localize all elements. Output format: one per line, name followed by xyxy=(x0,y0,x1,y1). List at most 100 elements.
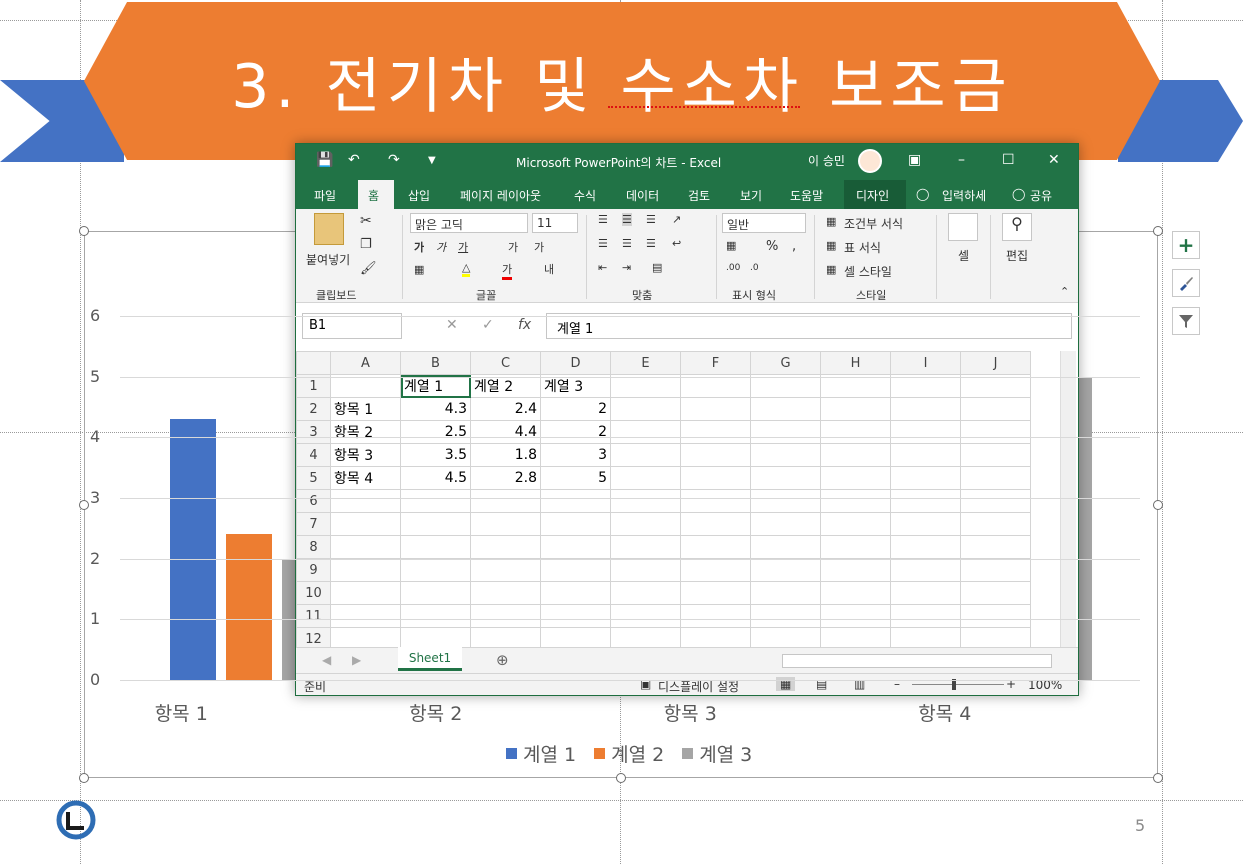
cell[interactable] xyxy=(890,374,961,398)
cell[interactable] xyxy=(330,581,401,605)
font-color-icon[interactable]: 가 xyxy=(502,261,513,280)
cell[interactable] xyxy=(680,535,751,559)
cell[interactable]: 계열 2 xyxy=(470,374,541,398)
prev-sheet-icon[interactable]: ◀ xyxy=(322,653,331,667)
maximize-icon[interactable]: ☐ xyxy=(1002,152,1015,168)
cells-button[interactable]: 셀 xyxy=(958,247,969,264)
resize-handle[interactable] xyxy=(79,500,89,510)
tab-page-layout[interactable]: 페이지 레이아웃 xyxy=(460,187,541,204)
cell[interactable] xyxy=(400,581,471,605)
customize-qat-icon[interactable]: ▼ xyxy=(428,155,436,166)
cell[interactable] xyxy=(680,604,751,628)
number-format-select[interactable]: 일반 xyxy=(722,213,806,233)
column-header[interactable]: E xyxy=(610,351,681,375)
cell[interactable] xyxy=(330,558,401,582)
cell[interactable] xyxy=(400,604,471,628)
cell[interactable] xyxy=(890,420,961,444)
tab-formulas[interactable]: 수식 xyxy=(574,187,596,204)
resize-handle[interactable] xyxy=(79,226,89,236)
close-icon[interactable]: ✕ xyxy=(1048,152,1060,168)
align-top-icon[interactable]: ☰ xyxy=(598,213,608,226)
cell[interactable] xyxy=(680,397,751,421)
cell[interactable] xyxy=(540,512,611,536)
vertical-scrollbar[interactable] xyxy=(1060,351,1076,647)
cells-icon[interactable] xyxy=(948,213,978,241)
cell[interactable] xyxy=(540,627,611,647)
align-left-icon[interactable]: ☰ xyxy=(598,237,608,250)
slide-title[interactable]: 3. 전기차 및 수소차 보조금 xyxy=(84,38,1160,125)
user-name[interactable]: 이 승민 xyxy=(808,152,845,169)
cell[interactable] xyxy=(610,489,681,513)
cell[interactable] xyxy=(960,512,1031,536)
enter-icon[interactable]: ✓ xyxy=(482,317,494,333)
cell[interactable] xyxy=(960,558,1031,582)
cell[interactable] xyxy=(750,558,821,582)
cell[interactable] xyxy=(330,489,401,513)
cell-styles-button[interactable]: 셀 스타일 xyxy=(844,263,892,280)
cell[interactable] xyxy=(890,397,961,421)
cell[interactable] xyxy=(890,558,961,582)
cell[interactable] xyxy=(610,581,681,605)
cell[interactable] xyxy=(750,374,821,398)
chart-elements-button[interactable]: + xyxy=(1172,231,1200,259)
cell[interactable] xyxy=(400,627,471,647)
tab-design[interactable]: 디자인 xyxy=(856,187,889,204)
cell[interactable] xyxy=(470,627,541,647)
cell[interactable] xyxy=(330,374,401,398)
cell[interactable] xyxy=(890,627,961,647)
cell[interactable] xyxy=(610,374,681,398)
cell[interactable] xyxy=(890,466,961,490)
decrease-indent-icon[interactable]: ⇤ xyxy=(598,261,607,274)
resize-handle[interactable] xyxy=(616,773,626,783)
save-icon[interactable]: 💾 xyxy=(316,152,333,168)
column-header[interactable]: H xyxy=(820,351,891,375)
excel-window[interactable]: 💾 ↶ ↷ ▼ Microsoft PowerPoint의 차트 - Excel… xyxy=(295,143,1079,696)
cell[interactable] xyxy=(820,558,891,582)
cell[interactable] xyxy=(540,604,611,628)
excel-title-bar[interactable]: 💾 ↶ ↷ ▼ Microsoft PowerPoint의 차트 - Excel… xyxy=(296,144,1078,180)
row-header[interactable]: 3 xyxy=(296,420,331,444)
format-painter-icon[interactable]: 🖌 xyxy=(360,261,377,276)
cell[interactable] xyxy=(470,512,541,536)
cell[interactable]: 2.5 xyxy=(400,420,471,444)
cell[interactable] xyxy=(680,512,751,536)
cell[interactable] xyxy=(750,627,821,647)
font-name-select[interactable]: 맑은 고딕 xyxy=(410,213,528,233)
cell[interactable] xyxy=(750,604,821,628)
collapse-ribbon-icon[interactable]: ⌃ xyxy=(1060,285,1069,298)
cell[interactable] xyxy=(820,374,891,398)
ribbon-display-options-icon[interactable]: ▣ xyxy=(908,152,921,168)
cell[interactable] xyxy=(820,397,891,421)
lightbulb-icon[interactable]: ◯ xyxy=(916,187,929,201)
cell[interactable] xyxy=(750,535,821,559)
cell[interactable] xyxy=(960,627,1031,647)
table-format-icon[interactable]: ▦ xyxy=(826,239,836,252)
cell[interactable] xyxy=(610,443,681,467)
redo-icon[interactable]: ↷ xyxy=(388,152,400,168)
cell[interactable] xyxy=(960,535,1031,559)
font-size-select[interactable]: 11 xyxy=(532,213,578,233)
edit-button[interactable]: 편집 xyxy=(1006,247,1028,264)
cell[interactable]: 2 xyxy=(540,397,611,421)
cell[interactable] xyxy=(890,489,961,513)
search-icon[interactable]: ⚲ xyxy=(1002,213,1032,241)
cell[interactable] xyxy=(540,558,611,582)
comma-icon[interactable]: , xyxy=(792,239,796,254)
row-header[interactable]: 11 xyxy=(296,604,331,628)
table-format-button[interactable]: 표 서식 xyxy=(844,239,881,256)
cell[interactable] xyxy=(680,627,751,647)
cell[interactable] xyxy=(680,420,751,444)
decrease-decimal-icon[interactable]: .0 xyxy=(750,263,759,273)
cell[interactable] xyxy=(680,489,751,513)
paste-icon[interactable] xyxy=(314,213,344,245)
cell[interactable] xyxy=(540,581,611,605)
cell[interactable]: 2.8 xyxy=(470,466,541,490)
cell[interactable] xyxy=(610,627,681,647)
cell[interactable]: 5 xyxy=(540,466,611,490)
cell[interactable] xyxy=(330,512,401,536)
cell[interactable] xyxy=(400,535,471,559)
cell[interactable]: 1.8 xyxy=(470,443,541,467)
worksheet-grid[interactable]: A B C D E F G H I J 1 계열 1 계열 2 계열 3 2 항목 1 4.3 2.4 2 3 항목 2… xyxy=(296,351,1078,647)
tab-review[interactable]: 검토 xyxy=(688,187,710,204)
align-center-icon[interactable]: ☰ xyxy=(622,237,632,250)
